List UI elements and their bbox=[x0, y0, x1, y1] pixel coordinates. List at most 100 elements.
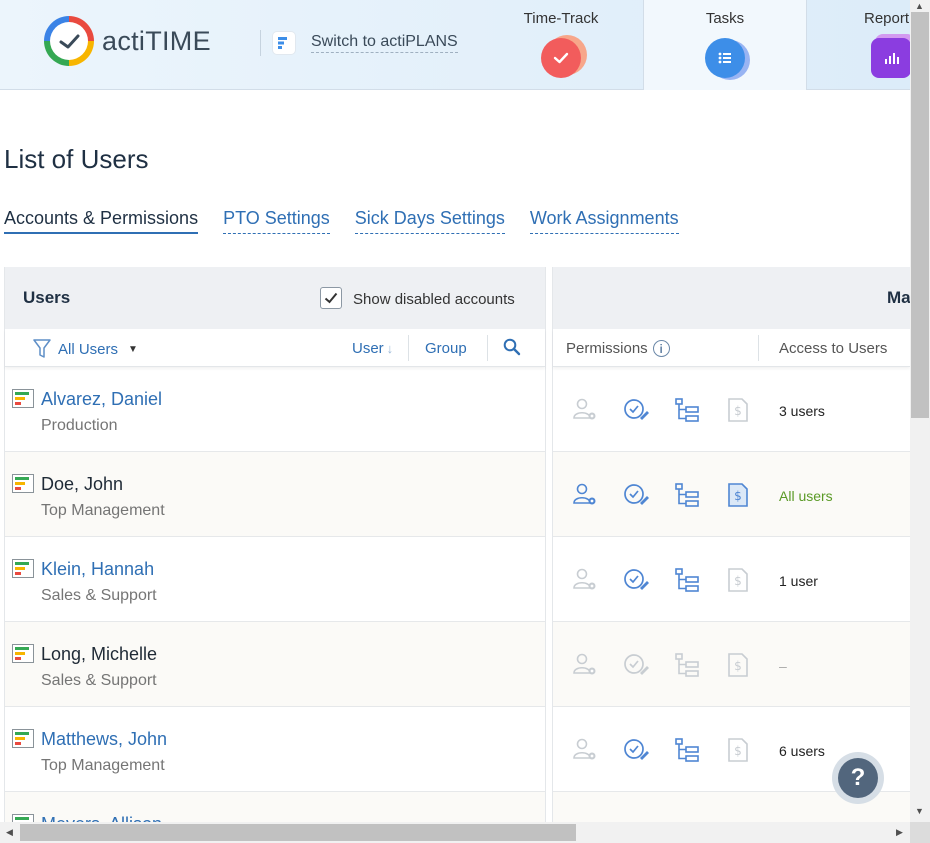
billing-document-icon[interactable]: $ bbox=[724, 481, 752, 509]
module-label: Report bbox=[864, 10, 910, 27]
user-type-icon bbox=[12, 389, 34, 408]
module-time-track[interactable]: Time-Track bbox=[479, 0, 643, 90]
user-row[interactable]: Matthews, John Top Management bbox=[5, 707, 545, 792]
time-approval-icon[interactable] bbox=[622, 396, 650, 424]
list-icon bbox=[705, 38, 745, 78]
user-name-link[interactable]: Alvarez, Daniel bbox=[41, 389, 162, 410]
time-approval-icon[interactable] bbox=[622, 736, 650, 764]
help-icon: ? bbox=[838, 758, 878, 798]
scroll-up-arrow-icon[interactable]: ▲ bbox=[915, 1, 924, 11]
access-to-users-value[interactable]: All users bbox=[779, 488, 833, 504]
scroll-left-arrow-icon[interactable]: ◀ bbox=[6, 827, 13, 838]
svg-text:$: $ bbox=[734, 404, 742, 418]
vertical-scrollbar-thumb[interactable] bbox=[911, 12, 929, 418]
actitime-logo[interactable]: actiTIME bbox=[44, 16, 211, 66]
user-name-link[interactable]: Matthews, John bbox=[41, 729, 167, 750]
permission-icons: $ bbox=[571, 481, 775, 509]
management-panel-header: Ma bbox=[553, 267, 911, 329]
user-row[interactable]: Alvarez, Daniel Production bbox=[5, 367, 545, 452]
user-name-link[interactable]: Klein, Hannah bbox=[41, 559, 154, 580]
svg-text:$: $ bbox=[734, 659, 742, 673]
chevron-down-icon: ▼ bbox=[128, 343, 138, 355]
divider bbox=[487, 335, 488, 361]
user-settings-icon[interactable] bbox=[571, 736, 599, 764]
project-hierarchy-icon[interactable] bbox=[673, 396, 701, 424]
svg-text:$: $ bbox=[734, 489, 742, 503]
project-hierarchy-icon[interactable] bbox=[673, 481, 701, 509]
brand-name: actiTIME bbox=[102, 25, 211, 56]
svg-text:$: $ bbox=[734, 574, 742, 588]
module-tasks[interactable]: Tasks bbox=[643, 0, 807, 90]
time-approval-icon[interactable] bbox=[622, 566, 650, 594]
user-settings-icon[interactable] bbox=[571, 396, 599, 424]
permissions-column-header: Permissions i bbox=[566, 340, 670, 357]
project-hierarchy-icon[interactable] bbox=[673, 651, 701, 679]
scroll-right-arrow-icon[interactable]: ▶ bbox=[896, 827, 903, 838]
user-name[interactable]: Doe, John bbox=[41, 474, 123, 495]
all-users-filter[interactable]: All Users ▼ bbox=[33, 339, 138, 359]
user-settings-icon[interactable] bbox=[571, 566, 599, 594]
access-to-users-value[interactable]: 6 users bbox=[779, 743, 825, 759]
access-to-users-value[interactable]: 3 users bbox=[779, 403, 825, 419]
tab-work-assignments[interactable]: Work Assignments bbox=[529, 208, 679, 234]
module-label: Time-Track bbox=[523, 10, 599, 27]
sort-user-label: User bbox=[352, 340, 384, 357]
project-hierarchy-icon[interactable] bbox=[673, 566, 701, 594]
billing-document-icon[interactable]: $ bbox=[724, 651, 752, 679]
user-department: Top Management bbox=[41, 502, 165, 519]
user-department: Production bbox=[41, 417, 118, 434]
project-hierarchy-icon[interactable] bbox=[673, 736, 701, 764]
users-panel: Users Show disabled accounts All Users ▼… bbox=[4, 267, 546, 843]
info-icon[interactable]: i bbox=[652, 340, 670, 357]
user-type-icon bbox=[12, 559, 34, 578]
show-disabled-checkbox[interactable] bbox=[320, 287, 342, 309]
show-disabled-label[interactable]: Show disabled accounts bbox=[353, 291, 515, 308]
user-department: Sales & Support bbox=[41, 587, 157, 604]
billing-document-icon[interactable]: $ bbox=[724, 566, 752, 594]
permissions-row[interactable]: $ – bbox=[553, 622, 910, 707]
access-to-users-value[interactable]: 1 user bbox=[779, 573, 818, 589]
svg-text:$: $ bbox=[734, 744, 742, 758]
permissions-label: Permissions bbox=[566, 340, 648, 357]
tab-pto-settings[interactable]: PTO Settings bbox=[223, 208, 330, 234]
time-approval-icon[interactable] bbox=[622, 651, 650, 679]
sort-down-arrow-icon: ↓ bbox=[386, 341, 394, 356]
access-to-users-header: Access to Users bbox=[779, 340, 888, 357]
permissions-row[interactable]: $3 users bbox=[553, 367, 910, 452]
user-settings-icon[interactable] bbox=[571, 481, 599, 509]
user-department: Top Management bbox=[41, 757, 165, 774]
sort-by-user[interactable]: User ↓ bbox=[352, 340, 393, 357]
permissions-row[interactable]: $1 user bbox=[553, 537, 910, 622]
switch-to-actiplans-link[interactable]: Switch to actiPLANS bbox=[260, 30, 458, 56]
user-name[interactable]: Long, Michelle bbox=[41, 644, 157, 665]
user-row[interactable]: Long, Michelle Sales & Support bbox=[5, 622, 545, 707]
help-button[interactable]: ? bbox=[832, 752, 884, 804]
users-toolbar: All Users ▼ User ↓ Group bbox=[5, 329, 545, 367]
permission-icons: $ bbox=[571, 396, 775, 424]
search-icon[interactable] bbox=[503, 338, 521, 361]
user-settings-icon[interactable] bbox=[571, 651, 599, 679]
user-department: Sales & Support bbox=[41, 672, 157, 689]
time-approval-icon[interactable] bbox=[622, 481, 650, 509]
clock-logo-icon bbox=[44, 16, 94, 66]
filter-label: All Users bbox=[58, 340, 119, 358]
tab-sick-days-settings[interactable]: Sick Days Settings bbox=[354, 208, 505, 234]
settings-tabs: Accounts & Permissions PTO Settings Sick… bbox=[4, 208, 704, 234]
module-reports[interactable]: Report bbox=[807, 0, 917, 90]
billing-document-icon[interactable]: $ bbox=[724, 736, 752, 764]
user-row[interactable]: Doe, John Top Management bbox=[5, 452, 545, 537]
permissions-row[interactable]: $ All users bbox=[553, 452, 910, 537]
tab-accounts-permissions[interactable]: Accounts & Permissions bbox=[4, 208, 199, 234]
permission-icons: $ bbox=[571, 651, 775, 679]
horizontal-scrollbar-thumb[interactable] bbox=[20, 824, 576, 841]
permission-icons: $ bbox=[571, 566, 775, 594]
scrollbar-corner bbox=[910, 822, 930, 843]
scroll-down-arrow-icon[interactable]: ▼ bbox=[915, 806, 924, 816]
top-navigation-bar: actiTIME Switch to actiPLANS Time-Track … bbox=[0, 0, 911, 90]
sort-by-group[interactable]: Group bbox=[425, 340, 467, 357]
users-list: Alvarez, Daniel Production Doe, John Top… bbox=[5, 367, 545, 843]
user-row[interactable]: Klein, Hannah Sales & Support bbox=[5, 537, 545, 622]
bar-chart-icon bbox=[871, 38, 911, 78]
access-to-users-value[interactable]: – bbox=[779, 658, 787, 674]
billing-document-icon[interactable]: $ bbox=[724, 396, 752, 424]
